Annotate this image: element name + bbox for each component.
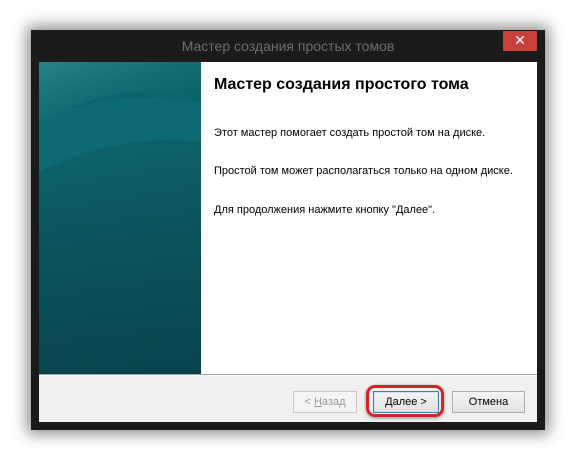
wizard-content: Мастер создания простого тома Этот масте… <box>201 62 537 374</box>
next-mnemonic: Д <box>385 396 393 408</box>
back-mnemonic: Н <box>313 396 322 408</box>
next-label-rest: алее > <box>392 396 427 408</box>
wizard-window: Мастер создания простых томов ✕ Мастер с… <box>31 30 545 430</box>
continue-hint-text: Для продолжения нажмите кнопку "Далее". <box>214 204 436 216</box>
sidebar-decoration <box>39 62 201 374</box>
cancel-button[interactable]: Отмена <box>452 391 525 413</box>
title-bar[interactable]: Мастер создания простых томов ✕ <box>31 30 545 62</box>
back-button[interactable]: < Назад <box>293 391 357 413</box>
wizard-client-area: Мастер создания простого тома Этот масте… <box>39 62 537 422</box>
wizard-sidebar-banner <box>39 62 201 374</box>
back-prefix: < <box>304 396 314 408</box>
close-icon: ✕ <box>514 33 526 49</box>
intro-text: Этот мастер помогает создать простой том… <box>214 127 486 139</box>
window-title: Мастер создания простых томов <box>181 38 395 54</box>
next-button[interactable]: Далее > <box>373 391 439 413</box>
page-heading: Мастер создания простого тома <box>214 76 469 93</box>
button-separator <box>39 374 537 376</box>
back-label-rest: азад <box>321 396 346 408</box>
close-button[interactable]: ✕ <box>503 31 537 51</box>
info-text: Простой том может располагаться только н… <box>214 165 513 177</box>
